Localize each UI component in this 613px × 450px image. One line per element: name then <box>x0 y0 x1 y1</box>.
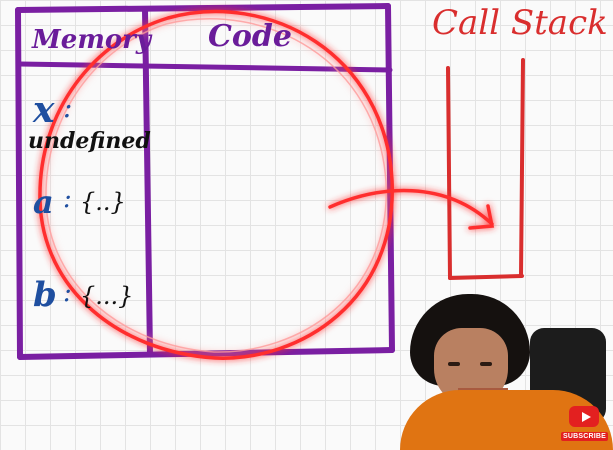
memory-entry-separator: : <box>63 184 72 214</box>
memory-heading: Memory <box>32 25 151 55</box>
call-stack-right-wall <box>519 58 525 278</box>
code-heading: Code <box>208 19 292 54</box>
memory-entry-name: x <box>33 89 55 131</box>
memory-entry-separator: : <box>63 278 72 308</box>
memory-entry-value: undefined <box>28 128 151 154</box>
table-column-divider <box>142 7 153 357</box>
call-stack-heading: Call Stack <box>432 3 608 43</box>
memory-entry-name: a <box>33 183 54 221</box>
left-eye <box>448 362 460 366</box>
memory-entry-value: {...} <box>80 282 134 310</box>
subscribe-button[interactable]: SUBSCRIBE <box>561 404 609 444</box>
memory-entry-separator: : <box>63 91 73 124</box>
call-stack-bottom <box>448 274 524 280</box>
memory-entry-name: b <box>33 275 57 315</box>
right-eye <box>480 362 492 366</box>
youtube-play-icon <box>569 406 599 427</box>
call-stack-left-wall <box>446 66 452 280</box>
call-stack-box <box>446 58 525 280</box>
pointer-arrow <box>328 188 494 226</box>
table-top-border <box>15 3 391 13</box>
subscribe-label: SUBSCRIBE <box>561 432 609 441</box>
memory-entry-value: {..} <box>80 188 126 216</box>
